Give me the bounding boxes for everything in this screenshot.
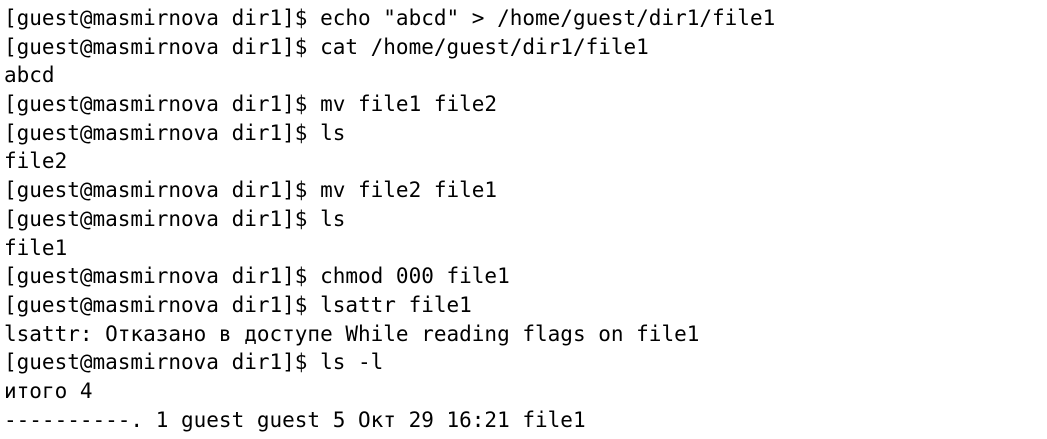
terminal-line: lsattr: Отказано в доступе While reading… [4, 321, 700, 346]
terminal-line: [guest@masmirnova dir1]$ chmod 000 file1 [4, 264, 510, 289]
terminal-line: [guest@masmirnova dir1]$ ls -l [4, 350, 384, 375]
terminal-line: [guest@masmirnova dir1]$ echo "abcd" > /… [4, 6, 776, 30]
terminal-line: [guest@masmirnova dir1]$ lsattr file1 [4, 292, 472, 317]
terminal-line: [guest@masmirnova dir1]$ ls [4, 206, 346, 231]
terminal-line: file2 [4, 149, 68, 174]
terminal-window[interactable]: [guest@masmirnova dir1]$ echo "abcd" > /… [0, 0, 1047, 439]
terminal-output: [guest@masmirnova dir1]$ echo "abcd" > /… [4, 4, 1047, 434]
terminal-line: file1 [4, 235, 68, 260]
terminal-line: [guest@masmirnova dir1]$ mv file2 file1 [4, 178, 498, 203]
terminal-line: [guest@masmirnova dir1]$ ls [4, 120, 346, 145]
terminal-line: ----------. 1 guest guest 5 Окт 29 16:21… [4, 407, 586, 432]
terminal-line: итого 4 [4, 378, 93, 403]
terminal-line: [guest@masmirnova dir1]$ cat /home/guest… [4, 34, 649, 59]
terminal-line: abcd [4, 63, 55, 88]
terminal-line: [guest@masmirnova dir1]$ mv file1 file2 [4, 92, 498, 117]
